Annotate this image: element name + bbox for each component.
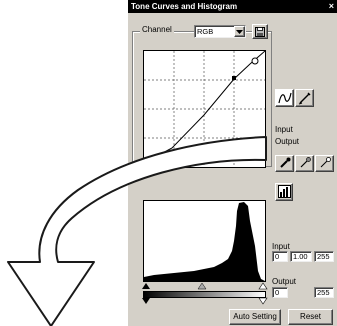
curved-arrow-icon — [7, 136, 267, 326]
